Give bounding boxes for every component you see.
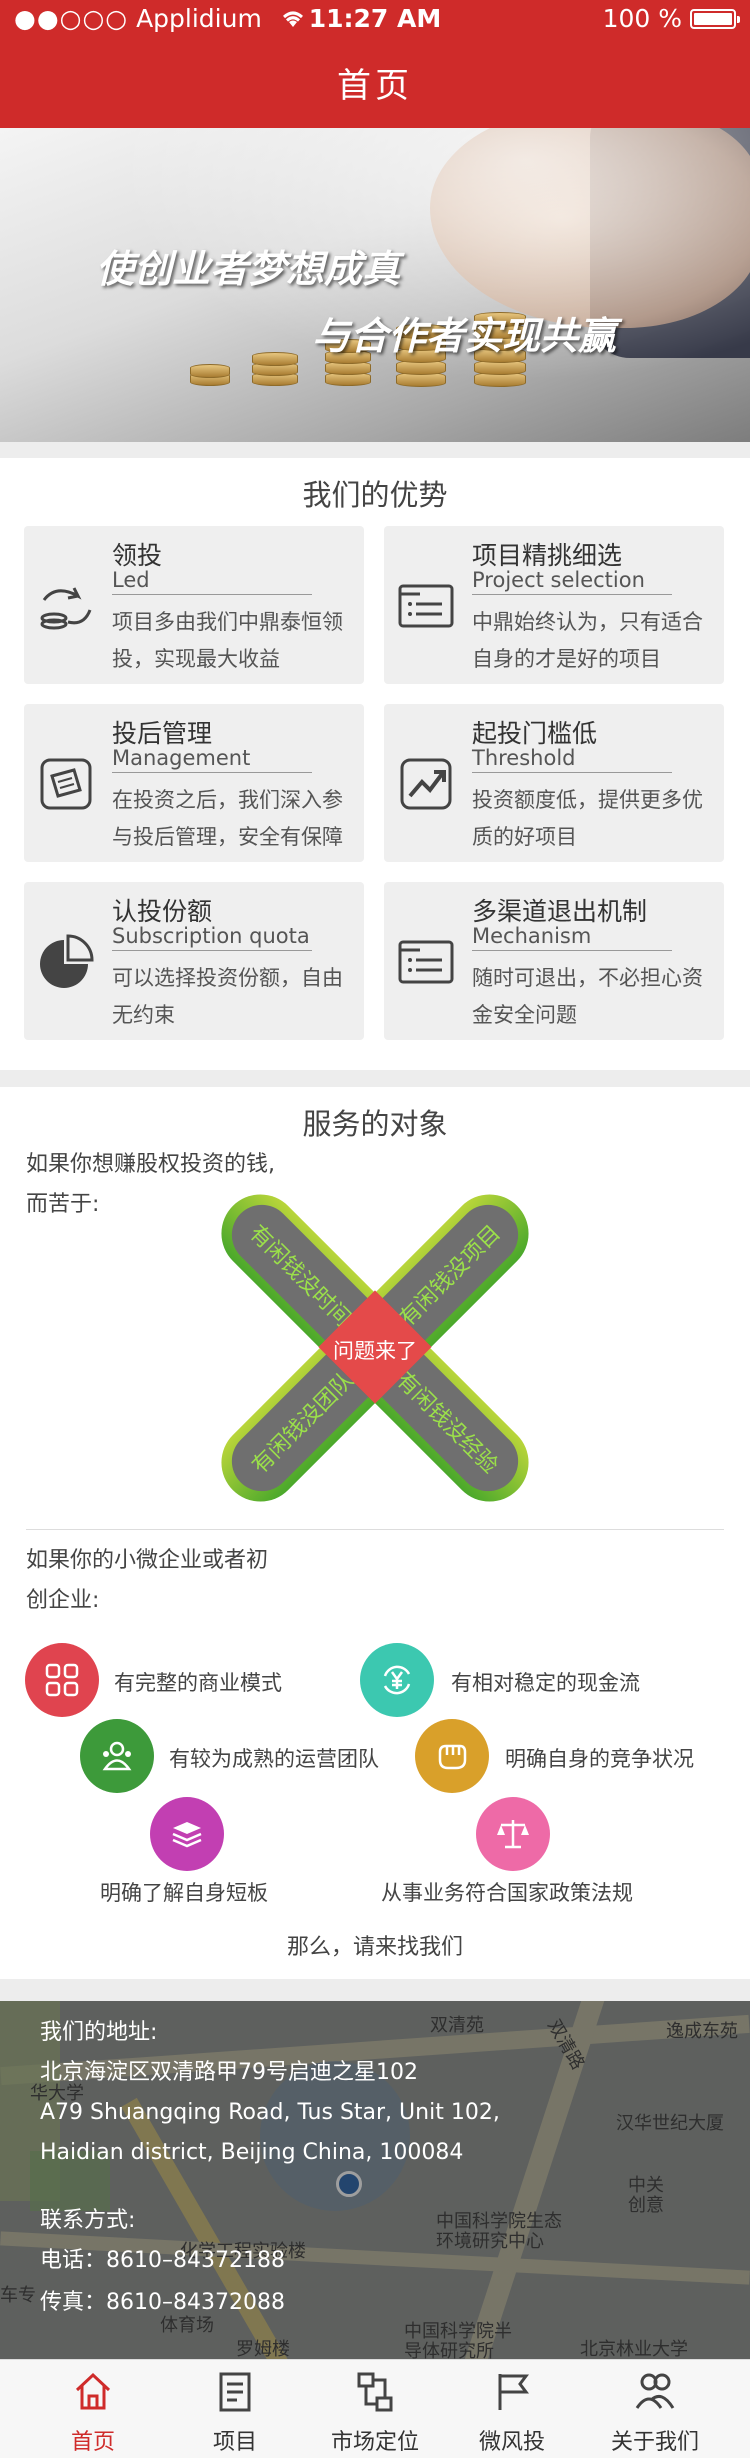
tab-home[interactable]: 首页 xyxy=(18,2360,168,2458)
people-icon xyxy=(635,2373,675,2409)
service-intro2-line1: 如果你的小微企业或者初 xyxy=(26,1548,269,1573)
address-en-line1: A79 Shuangqing Road, Tus Star, Unit 102, xyxy=(40,2100,500,2125)
cross-label-bottom-right: 有闲钱没经验 xyxy=(391,1367,503,1479)
tab-label: 首页 xyxy=(70,2430,115,2455)
service-title: 服务的对象 xyxy=(302,1107,448,1141)
list-card-icon xyxy=(394,574,458,638)
card-title: 多渠道退出机制 xyxy=(472,897,648,926)
grid-icon xyxy=(45,1663,79,1697)
service-intro-line1: 如果你想赚股权投资的钱, xyxy=(26,1152,275,1177)
tab-projects[interactable]: 项目 xyxy=(160,2360,310,2458)
cross-label-bottom-left: 有闲钱没团队 xyxy=(247,1367,359,1479)
service-intro2-line2: 创企业: xyxy=(26,1588,100,1613)
section-divider xyxy=(26,1529,724,1530)
card-description: 中鼎始终认为，只有适合自身的才是好的项目 xyxy=(472,610,703,671)
cross-center-label: 问题来了 xyxy=(333,1339,417,1363)
card-subtitle: Mechanism xyxy=(472,924,672,951)
tab-label: 微风投 xyxy=(478,2430,545,2455)
bubble-label: 有较为成熟的运营团队 xyxy=(169,1747,379,1771)
yuan-cycle-icon xyxy=(383,1665,411,1695)
team-icon xyxy=(102,1741,132,1771)
address-en-line2: Haidian district, Beijing China, 100084 xyxy=(40,2140,464,2165)
bottom-tab-bar: 首页 项目 市场定位 微风投 关于我们 xyxy=(0,2359,750,2458)
advantages-section: 我们的优势 领投 Led 项目多由我们中鼎泰恒领投，实现最大收益 项目精挑细选 … xyxy=(0,458,750,1070)
bubble-label: 明确自身的竞争状况 xyxy=(505,1747,694,1771)
address-cn: 北京海淀区双清路甲79号启迪之星102 xyxy=(40,2060,418,2085)
phone-number[interactable]: 电话：8610–84372188 xyxy=(40,2241,285,2281)
coins-hand-icon xyxy=(34,574,98,638)
address-label: 我们的地址: xyxy=(40,2020,158,2045)
card-title: 起投门槛低 xyxy=(472,719,598,748)
scales-icon xyxy=(497,1820,529,1849)
flag-icon xyxy=(498,2374,529,2410)
service-intro-line2: 而苦于: xyxy=(26,1192,100,1217)
card-title: 项目精挑细选 xyxy=(472,541,623,570)
advantages-title: 我们的优势 xyxy=(302,478,448,512)
document-icon xyxy=(219,2372,251,2412)
hero-banner[interactable]: 使创业者梦想成真 与合作者实现共赢 xyxy=(0,128,750,442)
flow-icon xyxy=(357,2372,393,2412)
card-title: 认投份额 xyxy=(112,897,213,926)
bubble-competition xyxy=(415,1719,489,1793)
top-bar: ●●○○○ Applidium 11:27 AM 100 % 首页 xyxy=(0,0,750,128)
pie-chart-icon xyxy=(34,930,98,994)
card-subtitle: Project selection xyxy=(472,568,672,595)
contact-label: 联系方式: xyxy=(40,2208,136,2233)
card-description: 可以选择投资份额，自由无约束 xyxy=(112,966,343,1027)
battery-icon xyxy=(690,9,740,29)
page-title: 首页 xyxy=(337,66,413,106)
tab-label: 关于我们 xyxy=(610,2430,699,2455)
bubble-label: 从事业务符合国家政策法规 xyxy=(381,1881,633,1905)
battery: 100 % xyxy=(602,4,740,33)
advantage-card-subscription-quota[interactable]: 认投份额 Subscription quota 可以选择投资份额，自由无约束 xyxy=(24,882,364,1040)
bubble-cash-flow xyxy=(360,1643,434,1717)
card-description: 投资额度低，提供更多优质的好项目 xyxy=(472,788,703,849)
advantage-card-led[interactable]: 领投 Led 项目多由我们中鼎泰恒领投，实现最大收益 xyxy=(24,526,364,684)
card-subtitle: Subscription quota xyxy=(112,924,312,951)
service-closing: 那么，请来找我们 xyxy=(286,1935,463,1960)
status-bar: ●●○○○ Applidium 11:27 AM 100 % xyxy=(0,0,750,40)
card-subtitle: Threshold xyxy=(472,746,672,773)
bubble-business-model xyxy=(25,1643,99,1717)
advantage-card-project-selection[interactable]: 项目精挑细选 Project selection 中鼎始终认为，只有适合自身的才… xyxy=(384,526,724,684)
home-icon xyxy=(75,2372,111,2410)
card-title: 投后管理 xyxy=(112,719,213,748)
tab-market-positioning[interactable]: 市场定位 xyxy=(300,2360,450,2458)
bubble-weakness xyxy=(150,1797,224,1871)
card-description: 项目多由我们中鼎泰恒领投，实现最大收益 xyxy=(112,610,343,671)
advantage-card-mechanism[interactable]: 多渠道退出机制 Mechanism 随时可退出，不必担心资金安全问题 xyxy=(384,882,724,1040)
service-section: 服务的对象 如果你想赚股权投资的钱, 而苦于: 有闲钱没时间 有闲钱没经验 有闲… xyxy=(0,1087,750,1979)
banner-slogan-line2: 与合作者实现共赢 xyxy=(312,314,617,358)
clipboard-icon xyxy=(34,752,98,816)
cross-label-top-right: 有闲钱没项目 xyxy=(394,1220,506,1332)
problem-cross-graphic: 有闲钱没时间 有闲钱没经验 有闲钱没团队 有闲钱没项目 问题来了 xyxy=(205,1178,545,1518)
tab-micro-vc[interactable]: 微风投 xyxy=(437,2360,587,2458)
banner-slogan-line1: 使创业者梦想成真 xyxy=(96,247,401,291)
bubble-label: 有相对稳定的现金流 xyxy=(451,1671,640,1695)
tab-about-us[interactable]: 关于我们 xyxy=(580,2360,730,2458)
bubble-label: 明确了解自身短板 xyxy=(100,1881,268,1905)
tab-label: 市场定位 xyxy=(330,2430,419,2455)
card-title: 领投 xyxy=(112,541,163,570)
fax-number: 传真：8610–84372088 xyxy=(40,2290,285,2315)
card-description: 在投资之后，我们深入参与投后管理，安全有保障 xyxy=(112,788,343,849)
card-description: 随时可退出，不必担心资金安全问题 xyxy=(472,966,703,1027)
card-subtitle: Management xyxy=(112,746,312,773)
cross-label-top-left: 有闲钱没时间 xyxy=(244,1220,356,1332)
bubble-operating-team xyxy=(80,1719,154,1793)
layers-icon xyxy=(172,1822,202,1848)
advantage-card-threshold[interactable]: 起投门槛低 Threshold 投资额度低，提供更多优质的好项目 xyxy=(384,704,724,862)
battery-level: 100 % xyxy=(602,4,682,33)
trend-chart-icon xyxy=(394,752,458,816)
bubble-policy-compliance xyxy=(476,1797,550,1871)
tab-label: 项目 xyxy=(212,2430,257,2455)
fist-icon xyxy=(438,1744,467,1770)
advantage-card-management[interactable]: 投后管理 Management 在投资之后，我们深入参与投后管理，安全有保障 xyxy=(24,704,364,862)
list-card-icon xyxy=(394,930,458,994)
contact-map[interactable]: 双清苑 双清路 逸成东苑 华大学 汉华世纪大厦 中关 创意 中国科学院生态 环境… xyxy=(0,2001,750,2359)
card-subtitle: Led xyxy=(112,568,312,595)
bubble-label: 有完整的商业模式 xyxy=(114,1671,282,1695)
